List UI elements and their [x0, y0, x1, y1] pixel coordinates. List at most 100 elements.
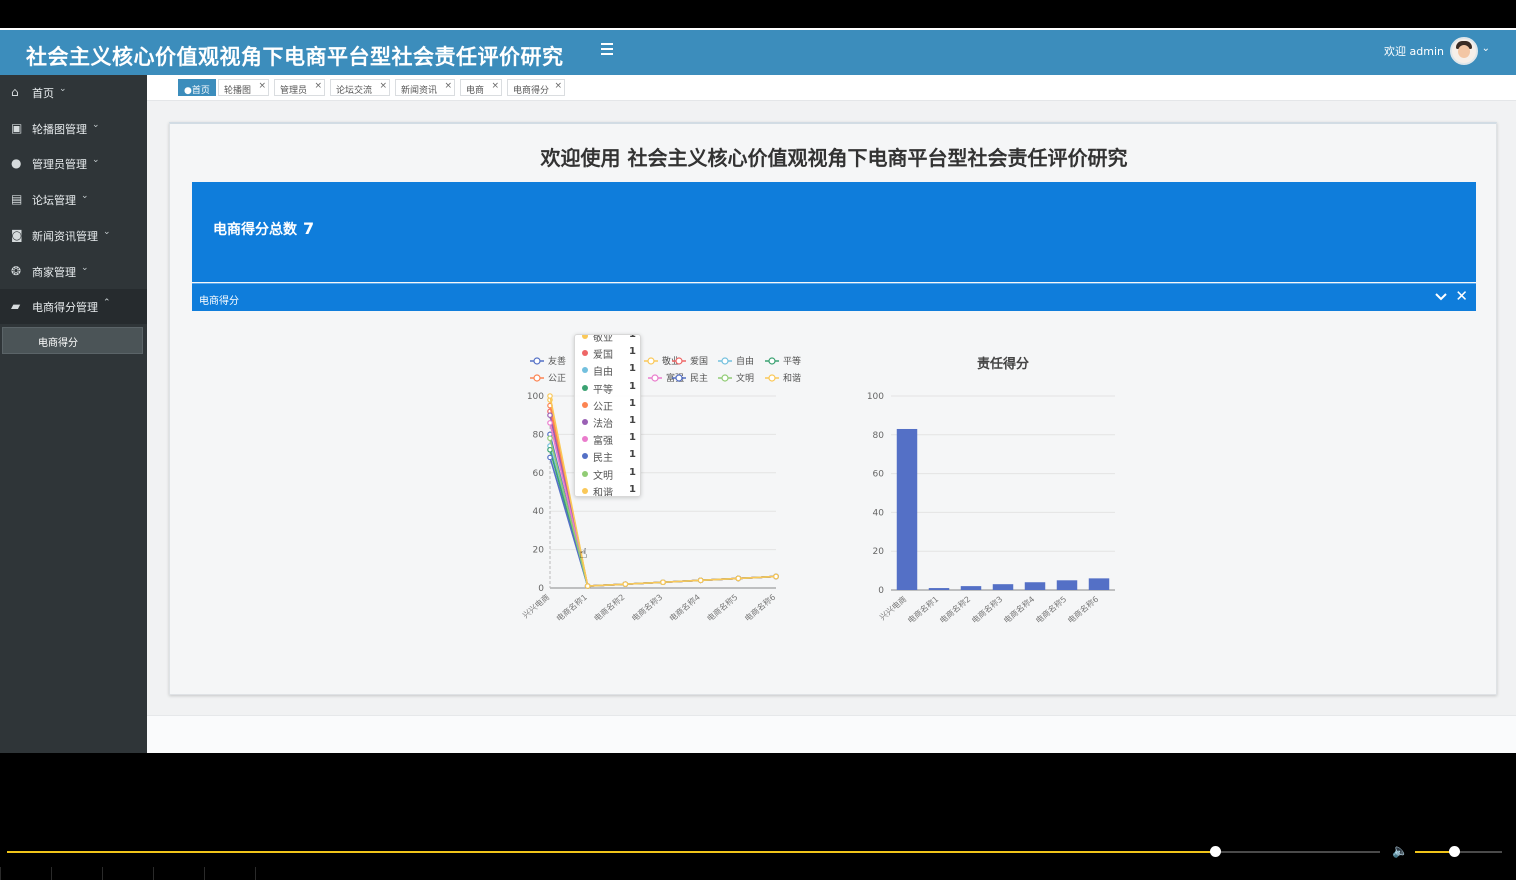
tab-close-icon[interactable]: × [258, 81, 266, 91]
chevron-down-icon: ⌄ [59, 84, 67, 94]
tooltip-series-value: 1 [629, 334, 636, 340]
stat-value: 7 [303, 219, 315, 238]
menu-toggle-icon[interactable] [601, 43, 617, 59]
chart-box-title: 电商得分 [199, 296, 239, 307]
chevron-up-icon: ⌃ [103, 298, 111, 309]
tooltip-series-value: 1 [629, 483, 636, 495]
player-segment [255, 867, 305, 880]
tooltip-series-name: 和谐 [593, 487, 613, 497]
tab-bar: ●首页 轮播图 × 管理员 × 论坛交流 × 新闻资讯 × 电商 × 电商得分 × [147, 75, 1516, 101]
chevron-down-icon[interactable]: ⌄ [1482, 43, 1490, 54]
progress-knob[interactable] [1210, 846, 1222, 857]
tooltip-series-name: 民主 [593, 453, 613, 465]
tab-close-icon[interactable]: × [491, 81, 499, 91]
player-segment [153, 867, 203, 880]
volume-knob[interactable] [1449, 846, 1461, 857]
player-segment [51, 867, 101, 880]
chevron-down-icon[interactable] [1434, 290, 1448, 304]
tooltip-series-value: 1 [629, 449, 636, 461]
tooltip-series-name: 富强 [593, 436, 613, 448]
tooltip-row: 敬业 1 [582, 334, 640, 344]
series-dot-icon [582, 367, 588, 374]
app-title: 社会主义核心价值观视角下电商平台型社会责任评价研究 [26, 45, 564, 69]
chart-box-header: 电商得分 ✕ [192, 283, 1476, 311]
dashboard-panel: 欢迎使用 社会主义核心价值观视角下电商平台型社会责任评价研究 电商得分总数 7 电… [169, 122, 1497, 695]
tooltip-row: 爱国 1 [582, 346, 640, 362]
sidebar-item-label: 论坛管理 [32, 194, 76, 208]
tab-close-icon[interactable]: × [444, 81, 452, 91]
briefcase-icon: ▰ [11, 299, 21, 314]
tab-label: 新闻资讯 [401, 86, 438, 96]
sidebar-subitem-score[interactable]: 电商得分 [2, 327, 143, 354]
progress-track[interactable] [7, 846, 1380, 857]
tooltip-series-name: 爱国 [593, 350, 613, 362]
sidebar-item-1[interactable]: ▣ 轮播图管理 ⌄ [0, 111, 147, 146]
sidebar-item-2[interactable]: ● 管理员管理 ⌄ [0, 146, 147, 181]
sidebar-item-label: 新闻资讯管理 [32, 229, 98, 243]
series-dot-icon [582, 487, 588, 494]
tooltip-series-name: 文明 [593, 470, 613, 482]
player-segment-bar [0, 867, 260, 880]
progress-fill [7, 851, 1216, 853]
tooltip-row: 平等 1 [582, 381, 640, 396]
tooltip-series-value: 1 [629, 397, 636, 409]
close-icon[interactable]: ✕ [1455, 288, 1468, 304]
stat-label: 电商得分总数 [213, 222, 297, 238]
sidebar-item-label: 轮播图管理 [32, 122, 87, 136]
sidebar-subitem-label: 电商得分 [38, 338, 78, 349]
admin-app-window: 社会主义核心价值观视角下电商平台型社会责任评价研究 欢迎 admin ⌄ ⌂ 首页… [0, 28, 1516, 753]
tooltip-series-value: 1 [629, 432, 636, 444]
tab-1[interactable]: 轮播图 × [218, 79, 269, 96]
sidebar-item-0[interactable]: ⌂ 首页 ⌄ [0, 75, 147, 110]
tooltip-row: 自由 1 [582, 363, 640, 378]
series-dot-icon [582, 335, 588, 339]
video-player-controls: 🔈 [0, 840, 1516, 880]
tab-close-icon[interactable]: × [554, 81, 562, 91]
image-icon: ▣ [11, 120, 23, 135]
sidebar-item-5[interactable]: ❂ 商家管理 ⌄ [0, 254, 147, 289]
tooltip-series-value: 1 [629, 466, 636, 478]
chevron-down-icon: ⌄ [81, 262, 89, 273]
tab-4[interactable]: 新闻资讯 × [395, 79, 455, 96]
user-avatar-icon[interactable] [1450, 37, 1478, 65]
player-segment [102, 867, 152, 880]
chart-tooltip: 敬业 1 爱国 1 自由 1 平等 1 公正 1 法治 1 富强 1 民主 1 文明 1 和谐 1 [574, 334, 641, 497]
tooltip-row: 和谐 1 [582, 483, 640, 497]
tab-close-icon[interactable]: × [314, 81, 322, 91]
tab-6[interactable]: 电商得分 × [507, 79, 565, 96]
tab-0[interactable]: ●首页 [178, 79, 216, 96]
tab-close-icon[interactable]: × [379, 81, 387, 91]
sidebar-item-label: 首页 [32, 87, 54, 100]
stat-card-text: 电商得分总数 7 [213, 219, 314, 239]
tab-3[interactable]: 论坛交流 × [330, 79, 390, 96]
series-dot-icon [582, 419, 588, 425]
volume-icon[interactable]: 🔈 [1392, 844, 1408, 859]
tooltip-series-name: 平等 [593, 384, 613, 396]
sidebar-item-3[interactable]: ▤ 论坛管理 ⌄ [0, 182, 147, 217]
chevron-down-icon: ⌄ [92, 119, 100, 130]
home-icon: ⌂ [11, 85, 19, 99]
tooltip-series-name: 法治 [593, 419, 613, 430]
sidebar-item-label: 电商得分管理 [32, 301, 98, 315]
table-icon: ▤ [11, 192, 23, 207]
tab-label: ●首页 [184, 86, 210, 96]
sidebar-nav: ⌂ 首页 ⌄ ▣ 轮播图管理 ⌄ ● 管理员管理 ⌄ ▤ 论坛管理 ⌄ ◙ 新闻资讯管理 ⌄ ❂ 商家管理 ⌄ ▰ 电… [0, 75, 147, 753]
stat-card: 电商得分总数 7 [192, 182, 1476, 282]
top-header: 社会主义核心价值观视角下电商平台型社会责任评价研究 欢迎 admin ⌄ [0, 28, 1516, 75]
sidebar-item-4[interactable]: ◙ 新闻资讯管理 ⌄ [0, 218, 147, 253]
tab-5[interactable]: 电商 × [460, 79, 502, 96]
tab-label: 管理员 [280, 86, 308, 96]
chevron-down-icon: ⌄ [103, 226, 111, 237]
sidebar-item-6[interactable]: ▰ 电商得分管理 ⌃ [0, 289, 147, 325]
chevron-down-icon: ⌄ [81, 191, 89, 202]
series-dot-icon [582, 470, 588, 477]
screen: 社会主义核心价值观视角下电商平台型社会责任评价研究 欢迎 admin ⌄ ⌂ 首页… [0, 0, 1516, 880]
player-segment [0, 867, 50, 880]
tooltip-series-name: 敬业 [593, 334, 613, 344]
tab-label: 轮播图 [224, 86, 252, 96]
volume-slider[interactable] [1415, 846, 1502, 857]
tooltip-row: 富强 1 [582, 432, 640, 448]
tab-2[interactable]: 管理员 × [274, 79, 325, 96]
sidebar-item-label: 管理员管理 [32, 158, 87, 172]
series-dot-icon [582, 384, 588, 391]
